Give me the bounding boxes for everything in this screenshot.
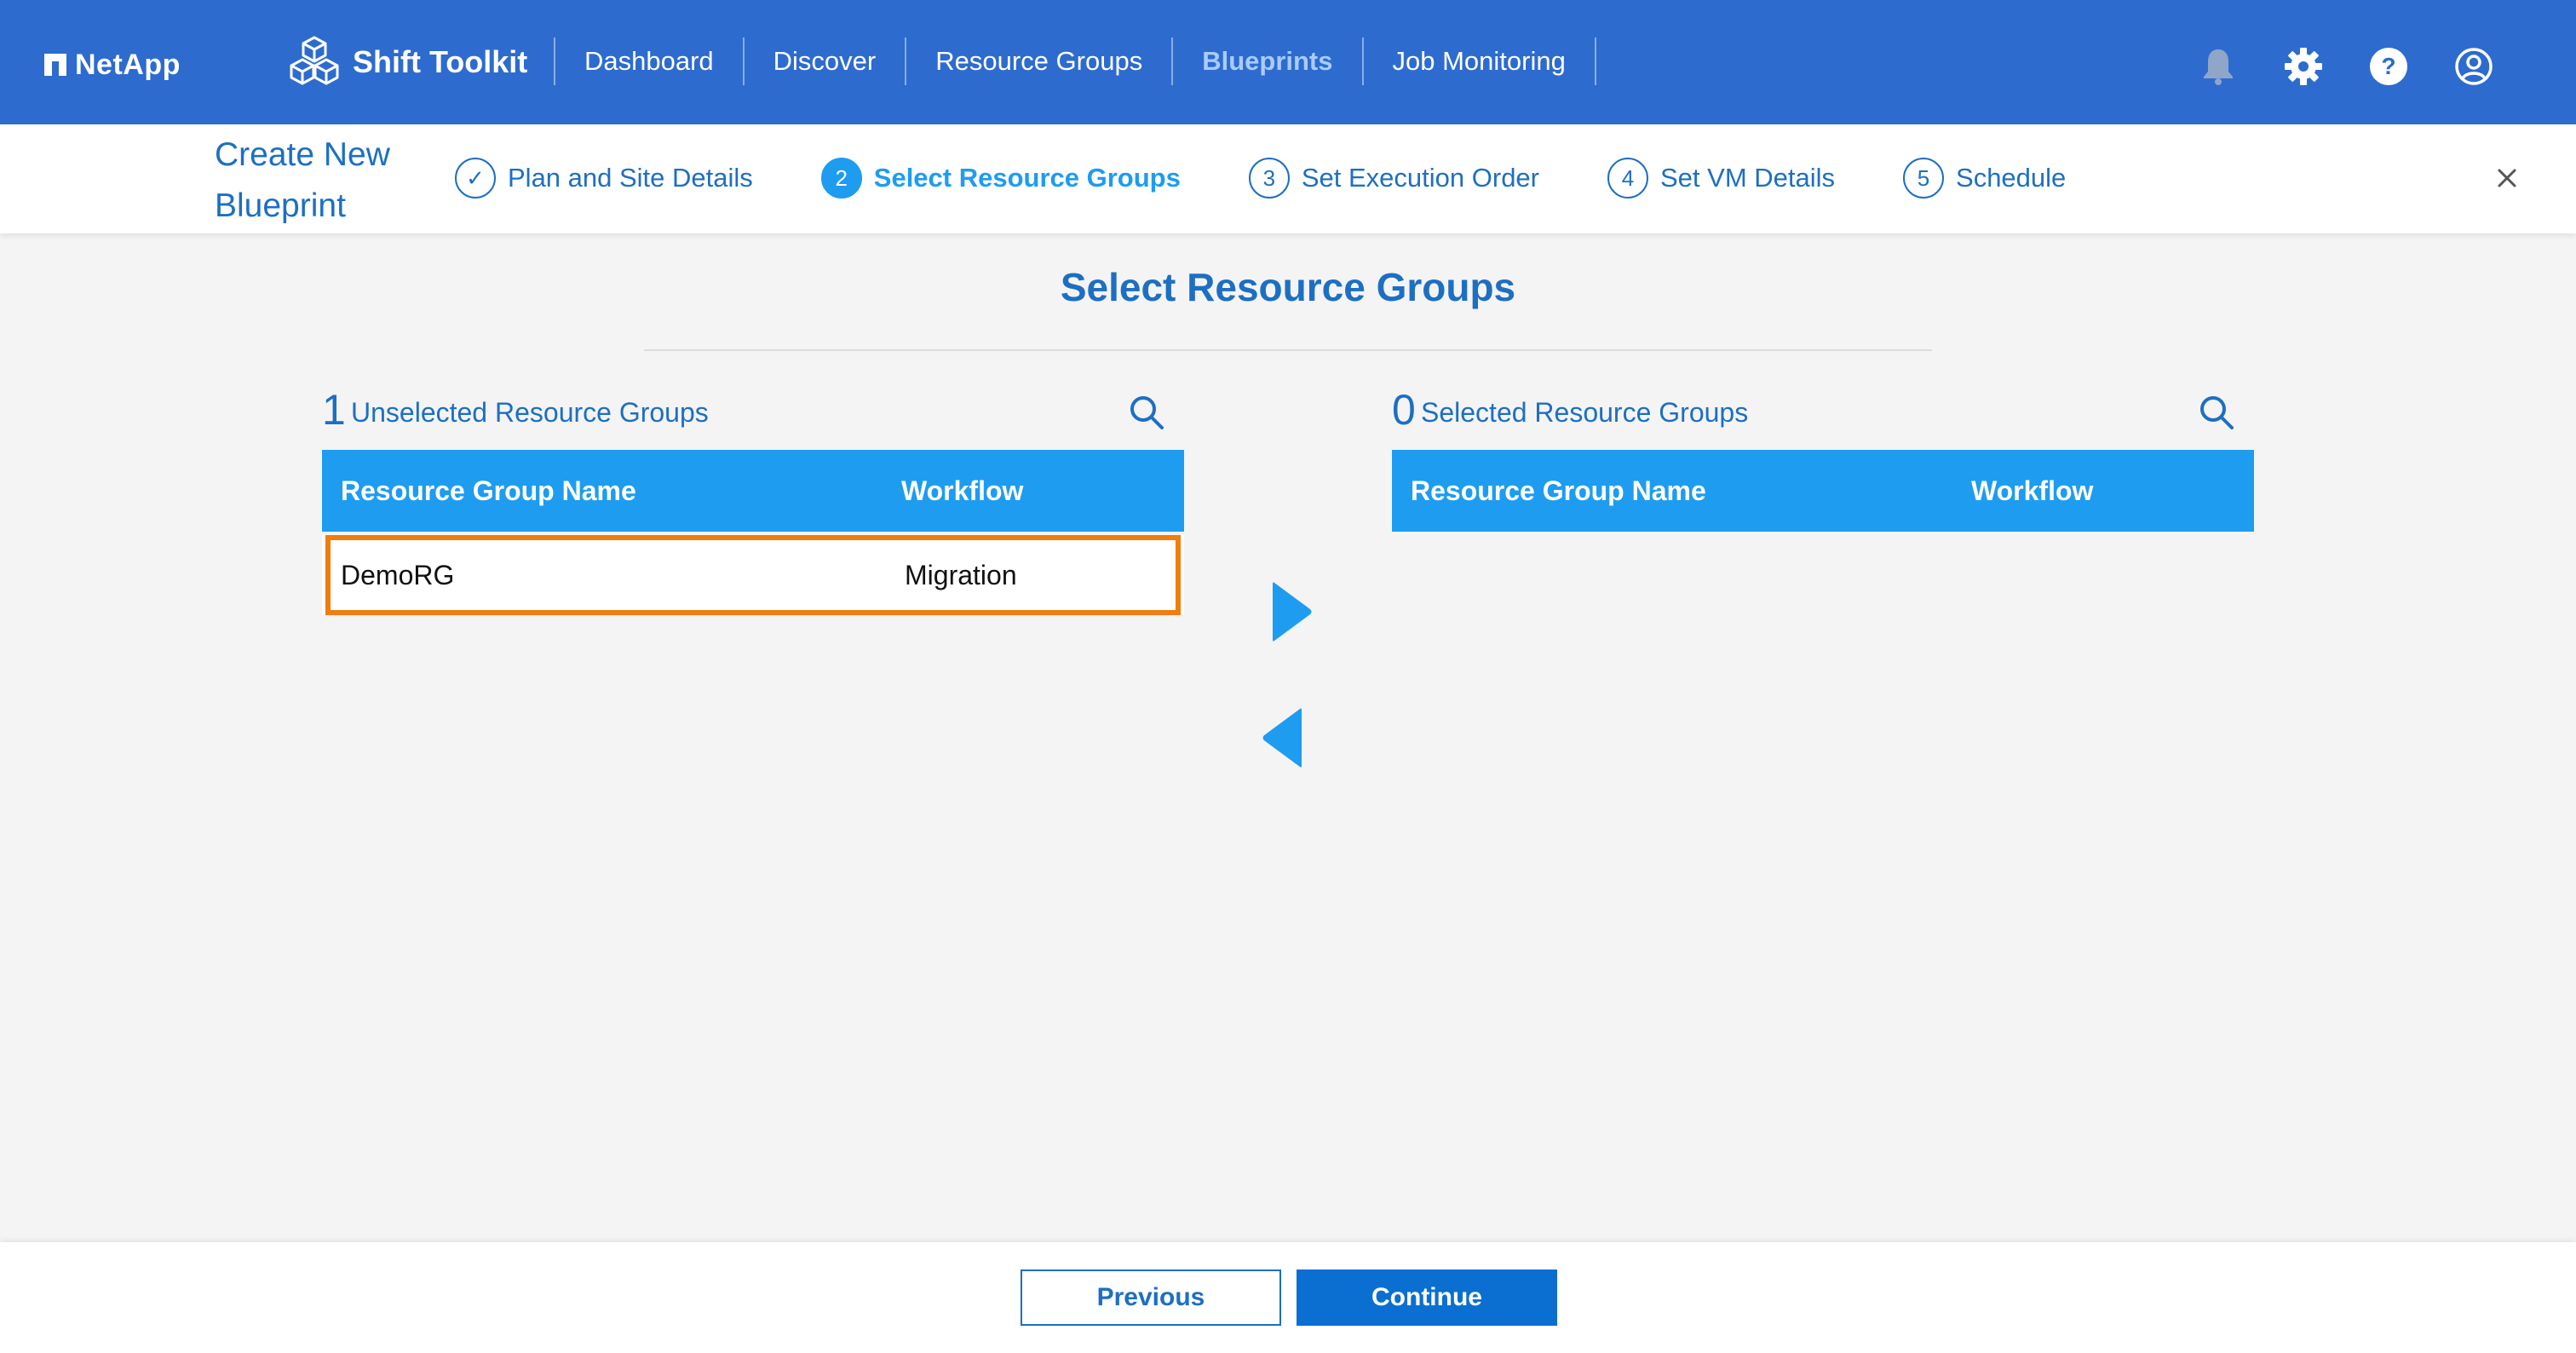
search-icon[interactable]: [1128, 394, 1165, 431]
wizard-steps: ✓ Plan and Site Details 2 Select Resourc…: [455, 157, 2134, 199]
search-icon[interactable]: [2198, 394, 2235, 431]
panel-header: 0 Selected Resource Groups: [1392, 382, 2254, 450]
main-nav: Dashboard Discover Resource Groups Bluep…: [554, 37, 1596, 85]
step-select-resource-groups[interactable]: 2 Select Resource Groups: [820, 158, 1181, 199]
page-title: Select Resource Groups: [1060, 265, 1516, 309]
product-title[interactable]: Shift Toolkit: [288, 31, 527, 94]
nav-link-resource-groups[interactable]: Resource Groups: [905, 37, 1171, 85]
table-row[interactable]: DemoRG Migration: [325, 535, 1181, 615]
step-number: 2: [820, 158, 862, 199]
move-right-arrow-icon[interactable]: [1269, 579, 1314, 644]
table-header: Resource Group Name Workflow: [322, 450, 1184, 532]
cubes-logo-icon: [290, 36, 339, 85]
nav-icon-group: ?: [2198, 43, 2494, 90]
svg-text:?: ?: [2381, 53, 2395, 79]
table-header: Resource Group Name Workflow: [1392, 450, 2254, 532]
column-header-name[interactable]: Resource Group Name: [322, 475, 901, 507]
move-left-arrow-icon[interactable]: [1261, 705, 1305, 770]
top-navigation-bar: NetApp Shift Toolkit Dashboard Discover …: [0, 0, 2576, 124]
step-set-vm-details[interactable]: 4 Set VM Details: [1607, 158, 1835, 199]
nav-link-dashboard[interactable]: Dashboard: [554, 37, 743, 85]
selected-resource-groups-panel: 0 Selected Resource Groups Resource Grou…: [1392, 382, 2254, 532]
unselected-caption: Unselected Resource Groups: [351, 397, 709, 428]
gear-icon[interactable]: [2283, 46, 2324, 87]
column-header-workflow[interactable]: Workflow: [1971, 475, 2093, 507]
continue-button[interactable]: Continue: [1297, 1270, 1557, 1326]
step-complete-check-icon: ✓: [455, 158, 496, 199]
user-icon[interactable]: [2453, 46, 2494, 87]
step-label: Set Execution Order: [1301, 163, 1539, 193]
resource-group-name-cell: DemoRG: [341, 559, 455, 590]
selected-caption: Selected Resource Groups: [1421, 397, 1749, 428]
selected-count: 0: [1392, 386, 1416, 434]
step-label: Schedule: [1956, 163, 2067, 193]
help-icon[interactable]: ?: [2368, 46, 2409, 87]
unselected-resource-groups-panel: 1 Unselected Resource Groups Resource Gr…: [322, 382, 1184, 619]
step-set-execution-order[interactable]: 3 Set Execution Order: [1248, 158, 1539, 199]
step-label: Select Resource Groups: [873, 163, 1181, 193]
bell-icon[interactable]: [2198, 46, 2239, 87]
unselected-count: 1: [322, 386, 346, 434]
step-number: 3: [1248, 158, 1290, 199]
nav-link-job-monitoring[interactable]: Job Monitoring: [1361, 37, 1596, 85]
nav-link-blueprints[interactable]: Blueprints: [1171, 37, 1361, 85]
title-divider: [644, 349, 1932, 351]
step-number: 5: [1903, 158, 1945, 199]
panel-header: 1 Unselected Resource Groups: [322, 382, 1184, 450]
previous-button[interactable]: Previous: [1021, 1270, 1281, 1326]
step-label: Set VM Details: [1660, 163, 1836, 193]
page: NetApp Shift Toolkit Dashboard Discover …: [0, 0, 2576, 1353]
wizard-step-bar: Create New Blueprint ✓ Plan and Site Det…: [0, 124, 2576, 233]
wizard-footer: Previous Continue: [0, 1242, 2576, 1353]
step-schedule[interactable]: 5 Schedule: [1903, 158, 2066, 199]
workflow-cell: Migration: [905, 559, 1017, 590]
netapp-logo-mark-icon: [44, 54, 66, 76]
nav-link-discover[interactable]: Discover: [742, 37, 906, 85]
close-icon[interactable]: [2493, 164, 2521, 193]
step-number: 4: [1607, 158, 1648, 199]
brand-name: NetApp: [75, 48, 181, 81]
step-label: Plan and Site Details: [508, 163, 753, 193]
column-header-workflow[interactable]: Workflow: [901, 475, 1023, 507]
netapp-logo[interactable]: NetApp: [44, 43, 181, 87]
wizard-title: Create New Blueprint: [215, 136, 390, 224]
step-plan-and-site-details[interactable]: ✓ Plan and Site Details: [455, 158, 753, 199]
product-name: Shift Toolkit: [353, 44, 528, 79]
column-header-name[interactable]: Resource Group Name: [1392, 475, 1971, 507]
table-body: DemoRG Migration: [322, 535, 1184, 615]
